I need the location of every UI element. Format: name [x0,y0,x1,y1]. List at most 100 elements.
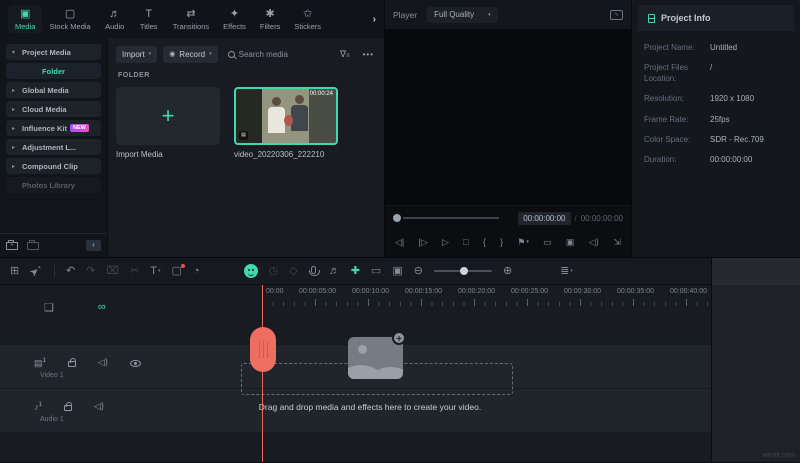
text-tool-icon[interactable]: T ▾ [150,265,161,277]
quality-select[interactable]: Full Quality ▾ [427,6,498,23]
delete-icon[interactable]: ⌧ [106,265,119,277]
player-header: Player Full Quality ▾ ∿ [385,0,631,29]
record-button[interactable]: ◉ Record ▾ [163,45,218,63]
search-box [227,49,334,59]
sparkle-icon: ✱ [265,8,275,20]
more-options-icon[interactable]: ••• [363,50,374,59]
filter-icon[interactable]: ∇≡ [340,49,349,60]
fullscreen-icon[interactable]: ⇲ [613,237,621,248]
project-info-titlebar: Project Info [638,5,794,31]
tab-stickers[interactable]: ✩ Stickers [287,5,328,33]
ruler-label: 00:00:30:00 [564,288,601,295]
sidebar-item-cloud-media[interactable]: ▸ Cloud Media [6,101,101,117]
chevron-down-icon: ▾ [158,267,161,274]
video-track-header: ▤1 ◁⟩ [34,357,142,368]
search-input[interactable] [238,49,319,59]
select-tool-icon[interactable]: ➤ ▾ [28,263,45,279]
caret-icon: ▸ [12,144,16,151]
sidebar-item-folder[interactable]: Folder [6,63,101,79]
video-track-icon: ▤1 [34,358,46,368]
add-media-plus-icon[interactable]: + [392,331,406,345]
lock-track-icon[interactable] [67,358,76,367]
import-button[interactable]: Import ▾ [116,45,158,63]
playhead-handle[interactable] [250,327,276,372]
tab-titles[interactable]: T Titles [132,5,166,33]
sidebar-item-global-media[interactable]: ▸ Global Media [6,82,101,98]
zoom-out-icon[interactable]: ⊖ [414,265,423,277]
voiceover-mic-icon[interactable] [308,265,320,277]
video-preview-area[interactable] [385,29,631,205]
watermark-text: winxit.com [762,452,795,459]
scrubber-handle[interactable] [393,214,401,222]
mask-icon[interactable]: ◇ [289,265,297,277]
sidebar-item-project-media[interactable]: ▾ Project Media [6,44,101,60]
redo-icon[interactable]: ↷ [86,265,95,277]
render-preview-icon[interactable]: ▣ [392,265,402,277]
tab-media[interactable]: ▣ Media [8,5,43,33]
previous-frame-icon[interactable]: ◁| [395,237,404,248]
timeline-ruler[interactable]: 00:00 00:00:05:00 00:00:10:00 00:00:15:00 00… [262,285,711,308]
split-icon[interactable]: ✂ [130,265,139,277]
folder-icon[interactable] [27,239,39,250]
screen-record-icon[interactable]: ▭ [371,265,381,277]
marker-icon[interactable]: ⚑ ▾ [517,237,529,248]
mark-in-icon[interactable]: { [483,237,486,247]
new-folder-icon[interactable]: + [6,239,18,250]
more-tabs-chevron-icon[interactable]: › [369,14,380,25]
fit-screen-icon[interactable]: ▭ [543,237,552,248]
import-media-card[interactable]: + Import Media [116,87,220,159]
track-manager-icon[interactable]: ≣ ▾ [560,265,573,277]
play-icon[interactable]: ▷ [442,237,449,248]
motion-tracking-icon[interactable]: ✚ [351,265,360,277]
tab-filters[interactable]: ✱ Filters [253,5,287,33]
color-palette-icon[interactable]: ◔ [193,265,200,277]
sidebar-item-label: Influence Kit [22,123,68,133]
video-clip-card[interactable]: 00:00:24 ▤ video_20220306_222210 [234,87,338,159]
chevron-down-icon: ▾ [570,267,573,274]
tab-effects[interactable]: ✦ Effects [216,5,253,33]
import-media-dropzone[interactable]: + [116,87,220,145]
mute-track-icon[interactable]: ◁⟩ [94,402,104,411]
hide-track-icon[interactable] [130,360,142,367]
slider-handle[interactable] [459,267,468,275]
sidebar-item-photos-library[interactable]: Photos Library [6,177,101,193]
scrubber-track[interactable] [403,217,499,219]
stop-icon[interactable]: □ [463,237,468,247]
snapshot-icon[interactable]: ▣ [566,237,575,248]
smart-cutout-icon[interactable] [243,264,258,278]
speed-icon[interactable]: ◷ [269,265,279,277]
new-badge: NEW [70,124,89,132]
lock-track-icon[interactable] [63,402,72,411]
tab-transitions[interactable]: ⇄ Transitions [166,5,216,33]
video-thumbnail[interactable]: 00:00:24 ▤ [234,87,338,145]
next-frame-icon[interactable]: |▷ [419,237,428,248]
scrubber-row: 00:00:00:00 / 00:00:00:00 [393,206,623,230]
mark-out-icon[interactable]: } [500,237,503,247]
volume-icon[interactable]: ◁⟩ [589,237,599,248]
tab-label: Audio [105,22,125,31]
tab-audio[interactable]: ♬ Audio [98,5,132,33]
copy-icon[interactable]: ❏ [44,301,54,314]
mute-track-icon[interactable]: ◁⟩ [98,358,108,367]
sidebar-item-label: Folder [42,66,65,76]
video-track-label: Video 1 [40,372,64,379]
playhead-line[interactable] [262,285,263,462]
sidebar-item-adjustment-l[interactable]: ▸ Adjustment L... [6,139,101,155]
crop-icon[interactable]: ▢ [172,263,186,277]
audio-track-header: ♪1 ◁⟩ [34,401,104,412]
record-dot-icon: ◉ [169,51,176,58]
tab-stock-media[interactable]: ▢ Stock Media [42,5,97,33]
audio-mixer-icon[interactable]: ♬ [329,265,340,277]
sticker-icon: ✩ [303,8,313,20]
caret-icon: ▸ [12,163,16,170]
zoom-in-icon[interactable]: ⊕ [503,265,512,277]
auto-ripple-link-icon[interactable]: ∞ [98,301,106,314]
sidebar-item-compound-clip[interactable]: ▸ Compound Clip [6,158,101,174]
sidebar-item-influence-kit[interactable]: ▸ Influence Kit NEW [6,120,101,136]
timeline-zoom-slider[interactable] [433,266,492,276]
sidebar-items: ▾ Project Media Folder ▸ Global Media ▸ Cloud … [0,41,107,193]
collapse-sidebar-button[interactable]: ‹ [86,240,101,251]
scopes-icon[interactable]: ∿ [610,9,623,20]
workspace-grid-icon[interactable]: ⊞ [10,265,19,277]
undo-icon[interactable]: ↶ [66,265,75,277]
